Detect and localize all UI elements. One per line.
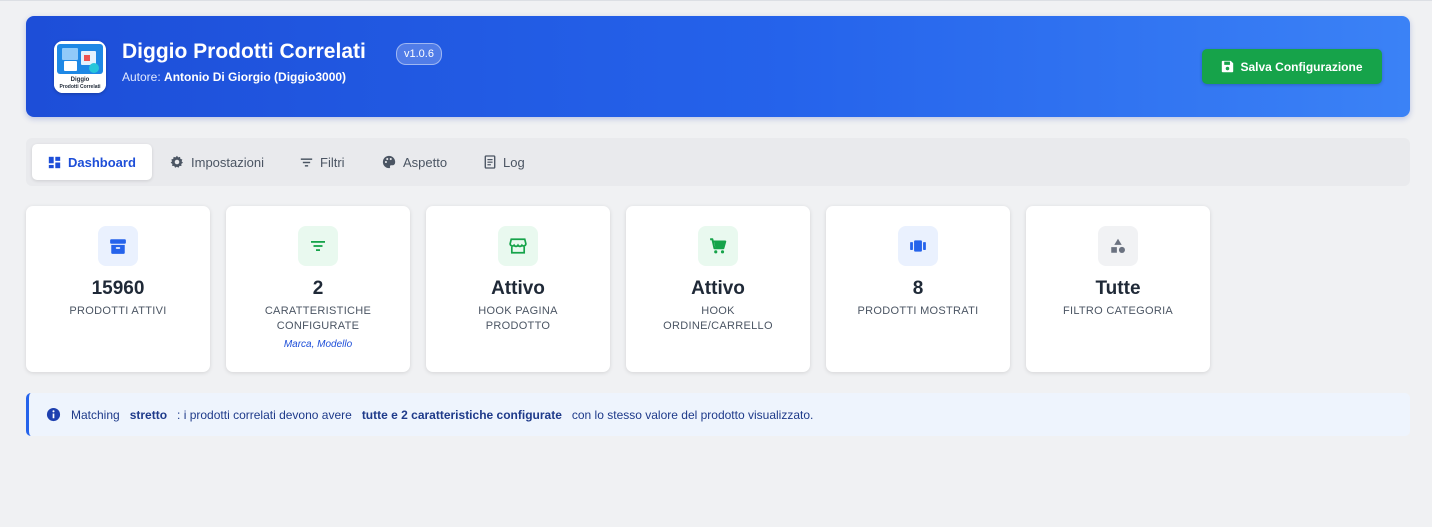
shapes-icon — [1098, 226, 1138, 266]
dashboard-icon — [48, 156, 61, 168]
palette-icon — [382, 155, 396, 169]
stat-card-prodotti-mostrati: 8 PRODOTTI MOSTRATI — [826, 206, 1010, 372]
author-line: Autore: Antonio Di Giorgio (Diggio3000) — [122, 70, 346, 84]
tab-impostazioni[interactable]: Impostazioni — [154, 144, 280, 180]
stat-sublabel: Marca, Modello — [283, 339, 353, 350]
tab-dashboard-label: Dashboard — [68, 154, 136, 170]
gear-icon — [170, 155, 183, 168]
version-badge: v1.0.6 — [396, 43, 442, 65]
stat-value: Attivo — [491, 278, 545, 299]
filter-icon — [300, 157, 313, 167]
info-text-1: Matching — [71, 407, 120, 422]
stat-label: CARATTERISTICHE CONFIGURATE — [264, 305, 372, 332]
stat-value: Attivo — [691, 278, 745, 299]
stat-card-prodotti-attivi: 15960 PRODOTTI ATTIVI — [26, 206, 210, 372]
stat-card-hook-pagina-prodotto: Attivo HOOK PAGINA PRODOTTO — [426, 206, 610, 372]
tab-impostazioni-label: Impostazioni — [191, 154, 264, 170]
tab-log-label: Log — [503, 154, 525, 170]
author-label: Autore: — [122, 70, 161, 84]
author-name: Antonio Di Giorgio (Diggio3000) — [164, 70, 347, 84]
save-config-label: Salva Configurazione — [1240, 59, 1363, 74]
carousel-icon — [898, 226, 938, 266]
info-icon — [46, 407, 61, 422]
stat-label: PRODOTTI MOSTRATI — [857, 305, 979, 317]
tab-bar: Dashboard Impostazioni Filtri Aspetto Lo… — [26, 138, 1410, 186]
tab-log[interactable]: Log — [468, 144, 541, 180]
stat-value: 2 — [312, 278, 324, 299]
filter-icon — [298, 226, 338, 266]
info-text-3: con lo stesso valore del prodotto visual… — [571, 407, 814, 422]
logo-text-line1: Diggio — [71, 77, 90, 83]
stat-card-filtro-categoria: Tutte FILTRO CATEGORIA — [1026, 206, 1210, 372]
stat-label: FILTRO CATEGORIA — [1062, 305, 1174, 317]
stat-value: Tutte — [1095, 278, 1141, 299]
stat-card-caratteristiche: 2 CARATTERISTICHE CONFIGURATE Marca, Mod… — [226, 206, 410, 372]
logo-text-line2: Prodotti Correlati — [59, 84, 101, 90]
tab-filtri-label: Filtri — [320, 154, 345, 170]
stat-label: HOOK ORDINE/CARRELLO — [663, 305, 773, 332]
floppy-disk-icon — [1222, 60, 1234, 73]
info-bold-1: stretto — [129, 407, 168, 422]
app-header: Diggio Prodotti Correlati Diggio Prodott… — [26, 16, 1410, 117]
cart-icon — [698, 226, 738, 266]
info-bold-2: tutte e 2 caratteristiche configurate — [361, 407, 562, 422]
stat-label: PRODOTTI ATTIVI — [69, 305, 167, 317]
matching-info-banner: Matching stretto : i prodotti correlati … — [26, 393, 1410, 436]
stat-label: HOOK PAGINA PRODOTTO — [478, 305, 558, 332]
save-config-button[interactable]: Salva Configurazione — [1202, 49, 1382, 84]
info-text-2: : i prodotti correlati devono avere — [177, 407, 352, 422]
archive-icon — [98, 226, 138, 266]
tab-aspetto-label: Aspetto — [403, 154, 448, 170]
stat-value: 8 — [912, 278, 924, 299]
app-title: Diggio Prodotti Correlati — [122, 40, 366, 63]
tab-aspetto[interactable]: Aspetto — [366, 144, 463, 180]
document-icon — [484, 155, 496, 169]
tab-dashboard[interactable]: Dashboard — [32, 144, 152, 180]
store-icon — [498, 226, 538, 266]
app-logo: Diggio Prodotti Correlati — [54, 41, 106, 93]
stat-card-hook-ordine-carrello: Attivo HOOK ORDINE/CARRELLO — [626, 206, 810, 372]
tab-filtri[interactable]: Filtri — [284, 144, 361, 180]
stat-value: 15960 — [91, 278, 145, 299]
